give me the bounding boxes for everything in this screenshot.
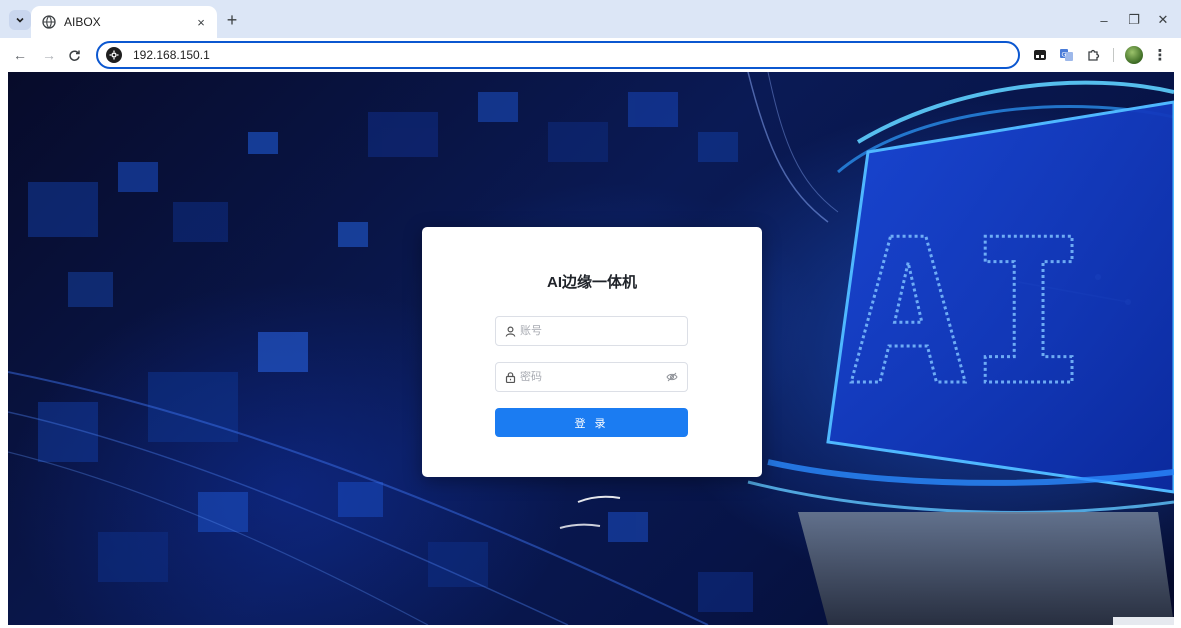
login-button[interactable]: 登 录 xyxy=(495,408,688,437)
reload-button[interactable] xyxy=(63,45,85,65)
page-viewport: AI AI边缘一体机 登 录 xyxy=(8,72,1174,625)
back-button[interactable]: ← xyxy=(9,45,31,65)
browser-tab-active[interactable]: AIBOX × xyxy=(31,6,217,38)
extension-card-icon[interactable] xyxy=(1031,46,1049,64)
globe-icon xyxy=(42,15,56,29)
puzzle-icon[interactable] xyxy=(1084,46,1102,64)
browser-toolbar: ← → 192.168.150.1 G ⋮ xyxy=(0,38,1181,72)
lock-icon xyxy=(504,371,516,383)
profile-avatar[interactable] xyxy=(1125,46,1143,64)
site-settings-icon[interactable] xyxy=(106,47,122,63)
url-text[interactable]: 192.168.150.1 xyxy=(133,48,210,62)
username-input[interactable] xyxy=(520,325,679,337)
password-input[interactable] xyxy=(520,371,665,383)
new-tab-button[interactable]: + xyxy=(221,9,243,31)
login-title: AI边缘一体机 xyxy=(546,274,637,291)
svg-text:G: G xyxy=(1061,52,1066,59)
user-icon xyxy=(504,325,516,337)
tab-title: AIBOX xyxy=(64,15,101,29)
close-window-button[interactable]: ✕ xyxy=(1151,9,1175,31)
eye-off-icon[interactable] xyxy=(665,371,679,383)
chevron-down-icon xyxy=(16,17,24,23)
hero-ai-text: AI xyxy=(848,197,1089,430)
password-field[interactable] xyxy=(495,362,688,392)
translate-icon[interactable]: G xyxy=(1057,46,1075,64)
close-tab-icon[interactable]: × xyxy=(193,14,209,30)
minimize-button[interactable]: – xyxy=(1092,9,1116,31)
login-card: AI边缘一体机 登 录 xyxy=(422,227,762,477)
tab-search-button[interactable] xyxy=(9,10,31,30)
address-bar[interactable]: 192.168.150.1 xyxy=(96,41,1020,69)
browser-menu-button[interactable]: ⋮ xyxy=(1152,46,1168,64)
username-field[interactable] xyxy=(495,316,688,346)
reload-icon xyxy=(68,49,80,61)
restore-button[interactable]: ❐ xyxy=(1122,9,1146,31)
browser-tab-strip: AIBOX × + – ❐ ✕ xyxy=(0,0,1181,38)
toolbar-divider xyxy=(1113,48,1114,62)
forward-button[interactable]: → xyxy=(38,45,60,65)
